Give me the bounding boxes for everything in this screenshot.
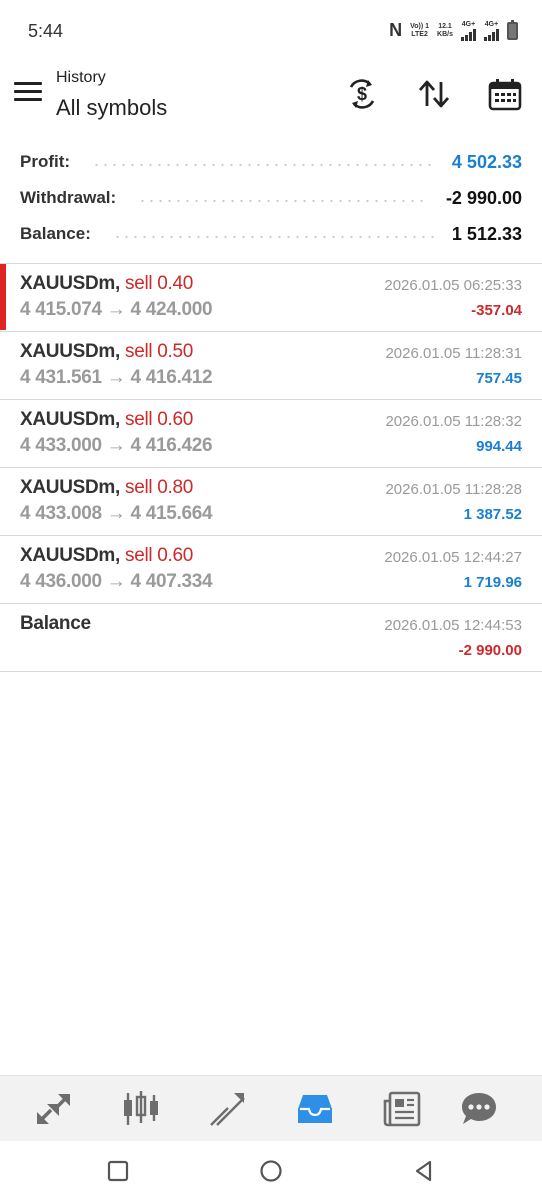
deal-header: XAUUSDm, sell 0.80 [20,477,193,499]
deal-row[interactable]: XAUUSDm, sell 0.80 4 433.008 → 4 415.664… [0,468,542,536]
deal-type: sell 0.80 [125,477,194,498]
deal-header: Balance [20,613,91,635]
deal-type: sell 0.60 [125,409,194,430]
chat-icon[interactable] [459,1089,499,1129]
deal-header: XAUUSDm, sell 0.40 [20,273,193,295]
signal-1-icon: 4G+ [461,21,476,41]
svg-text:$: $ [357,84,367,104]
deal-profit: -357.04 [471,302,522,319]
currency-exchange-icon[interactable]: $ [344,76,380,112]
net1-label: 4G+ [461,20,476,28]
deal-symbol: XAUUSDm, [20,477,121,498]
deal-time: 2026.01.05 06:25:33 [384,277,522,294]
deal-prices: 4 431.561 → 4 416.412 [20,367,213,388]
profit-value: 4 502.33 [451,151,522,172]
balance-operation-row[interactable]: Balance 2026.01.05 12:44:53 -2 990.00 [0,604,542,672]
status-time: 5:44 [28,21,64,41]
deal-prices: 4 433.000 → 4 416.426 [20,435,213,456]
deal-time: 2026.01.05 11:28:31 [385,345,522,362]
withdrawal-label: Withdrawal: [20,188,117,207]
deal-prices: 4 433.008 → 4 415.664 [20,503,213,524]
symbol-filter[interactable]: All symbols [56,95,167,121]
history-summary: Profit: 4 502.33 Withdrawal: -2 990.00 B… [0,144,542,252]
summary-balance-row: Balance: 1 512.33 [0,216,542,252]
battery-icon [507,19,518,40]
deal-symbol: XAUUSDm, [20,545,121,566]
trade-icon[interactable] [208,1089,248,1129]
carrier-info: Vo)) 1 LTE2 [410,23,429,39]
status-indicators: N Vo)) 1 LTE2 12.1 KB/s 4G+ 4G+ [389,19,518,41]
chart-icon[interactable] [121,1089,161,1129]
summary-withdrawal-row: Withdrawal: -2 990.00 [0,180,542,216]
deal-type: sell 0.40 [125,273,194,294]
deal-time: 2026.01.05 11:28:32 [385,413,522,430]
profit-label: Profit: [20,152,71,171]
quotes-icon[interactable] [34,1089,74,1129]
calendar-icon[interactable] [487,76,523,112]
balance-label: Balance: [20,224,91,243]
nfc-icon: N [389,20,403,40]
signal-2-icon: 4G+ [484,21,499,41]
header-subtitle: History [56,69,106,86]
deal-prices: 4 436.000 → 4 407.334 [20,571,213,592]
deal-header: XAUUSDm, sell 0.60 [20,409,193,431]
history-screen: 5:44 N Vo)) 1 LTE2 12.1 KB/s 4G+ 4G+ His… [0,0,542,1200]
net2-label: 4G+ [484,20,499,28]
deal-profit: 994.44 [476,438,522,455]
bottom-navigation [0,1075,542,1141]
deal-time: 2026.01.05 12:44:53 [384,617,522,634]
deal-profit: 757.45 [476,370,522,387]
deal-row[interactable]: XAUUSDm, sell 0.40 4 415.074 → 4 424.000… [0,264,542,332]
deal-profit: 1 387.52 [463,506,522,523]
deal-time: 2026.01.05 11:28:28 [385,481,522,498]
deal-symbol: Balance [20,613,91,634]
dot-leader [138,200,428,202]
system-navigation [0,1141,542,1200]
carrier-top: Vo)) 1 [410,22,430,30]
history-icon[interactable] [295,1089,335,1129]
summary-profit-row: Profit: 4 502.33 [0,144,542,180]
speed-unit: KB/s [437,30,453,38]
deal-symbol: XAUUSDm, [20,409,121,430]
deal-type: sell 0.60 [125,545,194,566]
carrier-bottom: LTE2 [411,30,428,38]
menu-icon[interactable] [14,82,42,104]
deal-row[interactable]: XAUUSDm, sell 0.60 4 436.000 → 4 407.334… [0,536,542,604]
deal-symbol: XAUUSDm, [20,273,121,294]
network-speed: 12.1 KB/s [437,23,453,39]
sort-icon[interactable] [416,76,452,112]
back-icon[interactable] [412,1159,436,1183]
app-header: History All symbols $ [0,64,542,126]
deal-row[interactable]: XAUUSDm, sell 0.50 4 431.561 → 4 416.412… [0,332,542,400]
news-icon[interactable] [382,1089,422,1129]
deal-profit: 1 719.96 [463,574,522,591]
deal-symbol: XAUUSDm, [20,341,121,362]
deal-row[interactable]: XAUUSDm, sell 0.60 4 433.000 → 4 416.426… [0,400,542,468]
deal-type: sell 0.50 [125,341,194,362]
status-bar: 5:44 N Vo)) 1 LTE2 12.1 KB/s 4G+ 4G+ [0,0,542,64]
dot-leader [92,164,434,166]
speed-value: 12.1 [438,22,452,30]
home-icon[interactable] [259,1159,283,1183]
deal-list: XAUUSDm, sell 0.40 4 415.074 → 4 424.000… [0,263,542,672]
deal-profit: -2 990.00 [458,642,522,659]
dot-leader [112,236,434,238]
deal-header: XAUUSDm, sell 0.50 [20,341,193,363]
balance-value: 1 512.33 [451,223,522,244]
recent-apps-icon[interactable] [106,1159,130,1183]
withdrawal-value: -2 990.00 [445,187,522,208]
deal-time: 2026.01.05 12:44:27 [384,549,522,566]
deal-prices: 4 415.074 → 4 424.000 [20,299,213,320]
deal-header: XAUUSDm, sell 0.60 [20,545,193,567]
